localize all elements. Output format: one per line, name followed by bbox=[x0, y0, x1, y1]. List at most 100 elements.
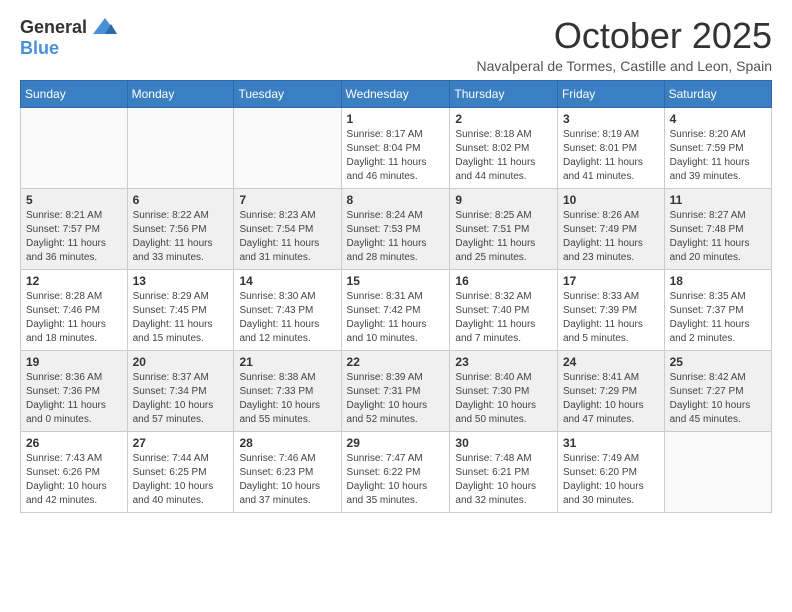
day-info: Sunrise: 8:23 AMSunset: 7:54 PMDaylight:… bbox=[239, 209, 335, 265]
table-row: 21Sunrise: 8:38 AMSunset: 7:33 PMDayligh… bbox=[234, 350, 341, 431]
col-saturday: Saturday bbox=[664, 80, 771, 107]
day-number: 27 bbox=[133, 436, 229, 450]
day-number: 18 bbox=[670, 274, 766, 288]
calendar-week-row: 12 Sunrise: 8:28 AMSunset: 7:46 PMDayligh… bbox=[21, 269, 772, 350]
table-row: 6 Sunrise: 8:22 AMSunset: 7:56 PMDaylight… bbox=[127, 188, 234, 269]
logo-general: General bbox=[20, 17, 87, 38]
day-number: 1 bbox=[347, 112, 445, 126]
day-number: 12 bbox=[26, 274, 122, 288]
day-info: Sunrise: 8:40 AMSunset: 7:30 PMDaylight:… bbox=[455, 371, 552, 427]
day-number: 10 bbox=[563, 193, 659, 207]
table-row bbox=[234, 107, 341, 188]
day-number: 22 bbox=[347, 355, 445, 369]
calendar-week-row: 19Sunrise: 8:36 AMSunset: 7:36 PMDayligh… bbox=[21, 350, 772, 431]
day-number: 6 bbox=[133, 193, 229, 207]
table-row: 18 Sunrise: 8:35 AMSunset: 7:37 PMDayligh… bbox=[664, 269, 771, 350]
calendar-week-row: 5 Sunrise: 8:21 AMSunset: 7:57 PMDaylight… bbox=[21, 188, 772, 269]
day-number: 26 bbox=[26, 436, 122, 450]
table-row: 14Sunrise: 8:30 AMSunset: 7:43 PMDayligh… bbox=[234, 269, 341, 350]
day-number: 30 bbox=[455, 436, 552, 450]
calendar-week-row: 1Sunrise: 8:17 AMSunset: 8:04 PMDaylight… bbox=[21, 107, 772, 188]
day-number: 24 bbox=[563, 355, 659, 369]
day-number: 8 bbox=[347, 193, 445, 207]
day-number: 17 bbox=[563, 274, 659, 288]
day-info: Sunrise: 8:18 AMSunset: 8:02 PMDaylight:… bbox=[455, 128, 552, 184]
day-number: 11 bbox=[670, 193, 766, 207]
day-info: Sunrise: 7:48 AMSunset: 6:21 PMDaylight:… bbox=[455, 452, 552, 508]
table-row: 13 Sunrise: 8:29 AMSunset: 7:45 PMDayligh… bbox=[127, 269, 234, 350]
col-monday: Monday bbox=[127, 80, 234, 107]
day-number: 4 bbox=[670, 112, 766, 126]
table-row bbox=[127, 107, 234, 188]
day-info: Sunrise: 8:39 AMSunset: 7:31 PMDaylight:… bbox=[347, 371, 445, 427]
col-wednesday: Wednesday bbox=[341, 80, 450, 107]
col-thursday: Thursday bbox=[450, 80, 558, 107]
day-info: Sunrise: 8:37 AMSunset: 7:34 PMDaylight:… bbox=[133, 371, 229, 427]
day-info: Sunrise: 8:26 AMSunset: 7:49 PMDaylight:… bbox=[563, 209, 659, 265]
day-number: 7 bbox=[239, 193, 335, 207]
day-info: Sunrise: 7:46 AMSunset: 6:23 PMDaylight:… bbox=[239, 452, 335, 508]
table-row: 31 Sunrise: 7:49 AMSunset: 6:20 PMDayligh… bbox=[557, 431, 664, 512]
day-number: 16 bbox=[455, 274, 552, 288]
logo-blue: Blue bbox=[20, 38, 59, 58]
table-row: 5 Sunrise: 8:21 AMSunset: 7:57 PMDaylight… bbox=[21, 188, 128, 269]
logo-icon bbox=[91, 16, 119, 38]
day-info: Sunrise: 8:35 AMSunset: 7:37 PMDaylight:… bbox=[670, 290, 766, 346]
day-number: 15 bbox=[347, 274, 445, 288]
day-info: Sunrise: 8:20 AMSunset: 7:59 PMDaylight:… bbox=[670, 128, 766, 184]
table-row: 29 Sunrise: 7:47 AMSunset: 6:22 PMDayligh… bbox=[341, 431, 450, 512]
col-tuesday: Tuesday bbox=[234, 80, 341, 107]
day-number: 31 bbox=[563, 436, 659, 450]
day-number: 28 bbox=[239, 436, 335, 450]
table-row: 2Sunrise: 8:18 AMSunset: 8:02 PMDaylight… bbox=[450, 107, 558, 188]
day-number: 5 bbox=[26, 193, 122, 207]
calendar-header-row: Sunday Monday Tuesday Wednesday Thursday… bbox=[21, 80, 772, 107]
table-row: 22 Sunrise: 8:39 AMSunset: 7:31 PMDayligh… bbox=[341, 350, 450, 431]
table-row: 12 Sunrise: 8:28 AMSunset: 7:46 PMDayligh… bbox=[21, 269, 128, 350]
table-row: 27Sunrise: 7:44 AMSunset: 6:25 PMDayligh… bbox=[127, 431, 234, 512]
day-info: Sunrise: 8:28 AMSunset: 7:46 PMDaylight:… bbox=[26, 290, 122, 346]
table-row: 10 Sunrise: 8:26 AMSunset: 7:49 PMDayligh… bbox=[557, 188, 664, 269]
table-row: 26Sunrise: 7:43 AMSunset: 6:26 PMDayligh… bbox=[21, 431, 128, 512]
table-row: 19Sunrise: 8:36 AMSunset: 7:36 PMDayligh… bbox=[21, 350, 128, 431]
day-number: 25 bbox=[670, 355, 766, 369]
table-row: 25 Sunrise: 8:42 AMSunset: 7:27 PMDayligh… bbox=[664, 350, 771, 431]
calendar-week-row: 26Sunrise: 7:43 AMSunset: 6:26 PMDayligh… bbox=[21, 431, 772, 512]
table-row: 24Sunrise: 8:41 AMSunset: 7:29 PMDayligh… bbox=[557, 350, 664, 431]
logo: General Blue bbox=[20, 16, 119, 59]
day-info: Sunrise: 8:21 AMSunset: 7:57 PMDaylight:… bbox=[26, 209, 122, 265]
col-friday: Friday bbox=[557, 80, 664, 107]
day-number: 23 bbox=[455, 355, 552, 369]
table-row: 16 Sunrise: 8:32 AMSunset: 7:40 PMDayligh… bbox=[450, 269, 558, 350]
table-row bbox=[664, 431, 771, 512]
day-number: 9 bbox=[455, 193, 552, 207]
table-row: 9 Sunrise: 8:25 AMSunset: 7:51 PMDaylight… bbox=[450, 188, 558, 269]
location-subtitle: Navalperal de Tormes, Castille and Leon,… bbox=[477, 58, 772, 74]
day-info: Sunrise: 8:32 AMSunset: 7:40 PMDaylight:… bbox=[455, 290, 552, 346]
table-row: 17Sunrise: 8:33 AMSunset: 7:39 PMDayligh… bbox=[557, 269, 664, 350]
table-row: 28 Sunrise: 7:46 AMSunset: 6:23 PMDayligh… bbox=[234, 431, 341, 512]
page: General Blue October 2025 Navalperal de … bbox=[0, 0, 792, 612]
day-info: Sunrise: 8:24 AMSunset: 7:53 PMDaylight:… bbox=[347, 209, 445, 265]
day-number: 29 bbox=[347, 436, 445, 450]
table-row: 20 Sunrise: 8:37 AMSunset: 7:34 PMDayligh… bbox=[127, 350, 234, 431]
day-info: Sunrise: 8:42 AMSunset: 7:27 PMDaylight:… bbox=[670, 371, 766, 427]
day-info: Sunrise: 7:47 AMSunset: 6:22 PMDaylight:… bbox=[347, 452, 445, 508]
day-info: Sunrise: 8:31 AMSunset: 7:42 PMDaylight:… bbox=[347, 290, 445, 346]
table-row: 8 Sunrise: 8:24 AMSunset: 7:53 PMDaylight… bbox=[341, 188, 450, 269]
day-info: Sunrise: 8:27 AMSunset: 7:48 PMDaylight:… bbox=[670, 209, 766, 265]
day-info: Sunrise: 8:22 AMSunset: 7:56 PMDaylight:… bbox=[133, 209, 229, 265]
calendar-table: Sunday Monday Tuesday Wednesday Thursday… bbox=[20, 80, 772, 513]
day-info: Sunrise: 8:36 AMSunset: 7:36 PMDaylight:… bbox=[26, 371, 122, 427]
day-info: Sunrise: 7:49 AMSunset: 6:20 PMDaylight:… bbox=[563, 452, 659, 508]
table-row: 3 Sunrise: 8:19 AMSunset: 8:01 PMDaylight… bbox=[557, 107, 664, 188]
day-info: Sunrise: 8:30 AMSunset: 7:43 PMDaylight:… bbox=[239, 290, 335, 346]
day-info: Sunrise: 8:25 AMSunset: 7:51 PMDaylight:… bbox=[455, 209, 552, 265]
day-number: 20 bbox=[133, 355, 229, 369]
day-number: 3 bbox=[563, 112, 659, 126]
day-info: Sunrise: 8:19 AMSunset: 8:01 PMDaylight:… bbox=[563, 128, 659, 184]
day-info: Sunrise: 8:29 AMSunset: 7:45 PMDaylight:… bbox=[133, 290, 229, 346]
col-sunday: Sunday bbox=[21, 80, 128, 107]
day-number: 13 bbox=[133, 274, 229, 288]
header: General Blue October 2025 Navalperal de … bbox=[20, 16, 772, 74]
